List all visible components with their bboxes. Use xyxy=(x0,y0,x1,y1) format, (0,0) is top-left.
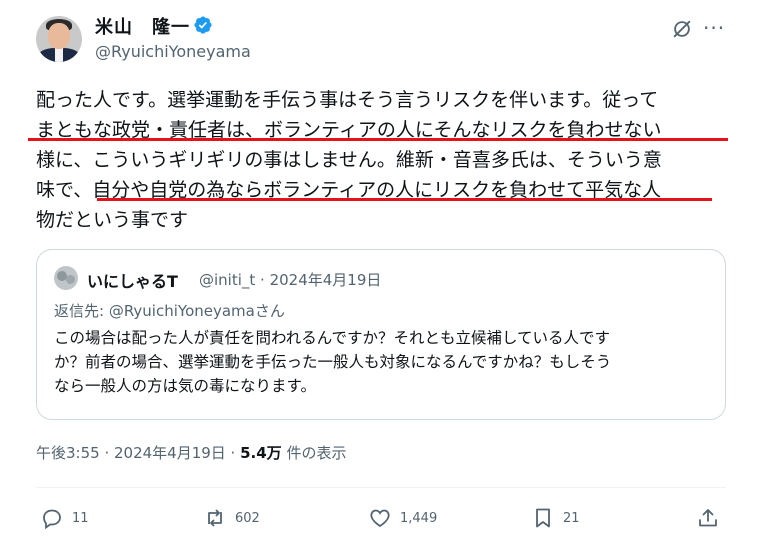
view-count: 5.4万 xyxy=(240,444,282,462)
repost-icon xyxy=(208,509,222,527)
reply-icon xyxy=(43,509,61,530)
quoted-author-meta: @initi_t · 2024年4月19日 xyxy=(199,271,382,289)
author-handle[interactable]: @RyuichiYoneyama xyxy=(95,42,251,61)
bookmark-icon xyxy=(536,508,550,528)
quoted-post[interactable]: いにしゃるT @initi_t · 2024年4月19日 返信先: @Ryuic… xyxy=(36,249,726,420)
timestamp-time[interactable]: 午後3:55 · 2024年4月19日 · xyxy=(36,444,240,462)
bookmark-count: 21 xyxy=(563,510,580,526)
bookmark-button[interactable]: 21 xyxy=(531,505,580,531)
quoted-line: この場合は配った人が責任を問われるんですか？それとも立候補している人です xyxy=(54,329,610,347)
repost-count: 602 xyxy=(235,510,260,526)
like-count: 1,449 xyxy=(400,510,438,526)
quoted-author-name: いにしゃるT xyxy=(87,272,178,291)
repost-button[interactable]: 602 xyxy=(203,505,260,531)
reply-count: 11 xyxy=(72,510,89,526)
quoted-line: なら一般人の方は気の毒になります。 xyxy=(54,377,316,395)
share-button[interactable] xyxy=(696,505,728,531)
highlight-underline xyxy=(28,138,728,141)
quoted-reply-to: 返信先: @RyuichiYoneyamaさん xyxy=(54,302,285,320)
share-icon xyxy=(699,509,717,527)
author-name[interactable]: 米山 隆一 xyxy=(95,13,190,39)
verified-badge-icon xyxy=(194,16,212,34)
quoted-line: か？前者の場合、選挙運動を手伝った一般人も対象になるんですかね？もしそう xyxy=(54,353,612,371)
divider xyxy=(36,487,726,488)
reply-button[interactable]: 11 xyxy=(40,505,89,531)
heart-icon xyxy=(370,509,390,528)
post-timestamp: 午後3:55 · 2024年4月19日 · 5.4万 件の表示 xyxy=(36,442,346,463)
more-options-icon[interactable]: ··· xyxy=(703,16,725,40)
highlight-underline xyxy=(97,198,712,201)
post-text: 配った人です。選挙運動を手伝う事はそう言うリスクを伴います。従って まともな政党… xyxy=(36,85,736,235)
quoted-text: この場合は配った人が責任を問われるんですか？それとも立候補している人です か？前… xyxy=(54,326,611,398)
post-line: 物だという事です xyxy=(36,209,189,231)
like-button[interactable]: 1,449 xyxy=(368,505,437,531)
quoted-author-avatar xyxy=(54,266,78,290)
author-avatar[interactable] xyxy=(36,16,82,62)
post-line: 様に、こういうギリギリの事はしません。維新・音喜多氏は、そういう意 xyxy=(36,149,662,171)
grok-icon[interactable] xyxy=(671,18,693,40)
post-line: 配った人です。選挙運動を手伝う事はそう言うリスクを伴います。従って xyxy=(36,89,659,111)
views-label: 件の表示 xyxy=(281,444,347,462)
